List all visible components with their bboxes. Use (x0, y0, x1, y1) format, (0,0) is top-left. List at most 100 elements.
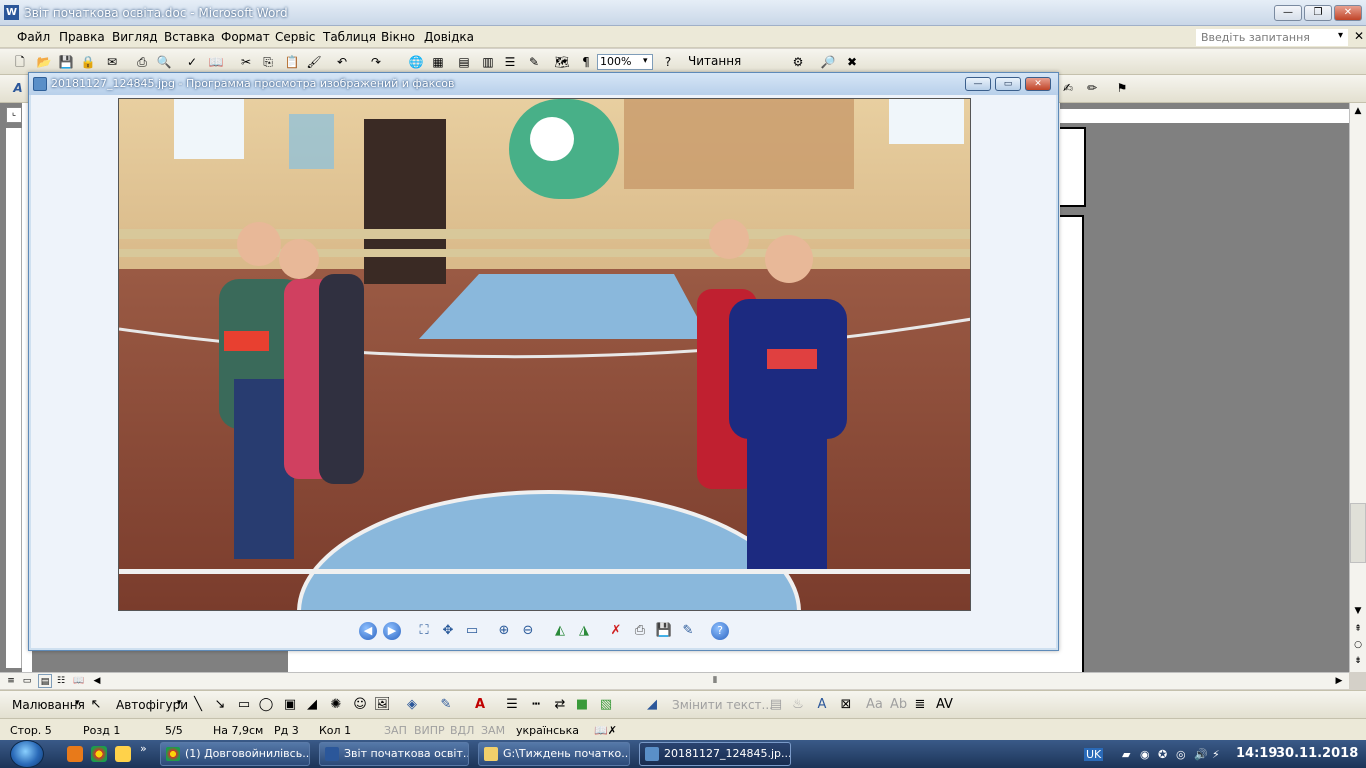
toolbar-extra-icon-2[interactable]: 🔎 (820, 54, 836, 70)
close-doc-icon[interactable]: ✕ (1354, 29, 1364, 43)
menu-window[interactable]: Вікно (381, 30, 415, 44)
status-record[interactable]: ЗАП (384, 724, 407, 737)
wordart-insert-icon[interactable]: ◢ (644, 697, 660, 713)
clipart-icon[interactable]: ☺ (352, 697, 368, 713)
start-button[interactable] (10, 740, 44, 768)
next-image-icon[interactable]: ▶ (383, 622, 401, 640)
shadow-icon[interactable]: ■ (574, 697, 590, 713)
scroll-down-icon[interactable]: ▼ (1350, 603, 1366, 619)
viewer-title-bar[interactable]: 20181127_124845.jpg - Программа просмотр… (29, 73, 1058, 95)
toolbar-options-icon[interactable]: ⚑ (1114, 80, 1130, 96)
insert-picture-icon[interactable]: 🖼 (374, 697, 391, 713)
zoom-dropdown-icon[interactable]: ▾ (643, 56, 648, 66)
help-icon[interactable]: ? (711, 622, 729, 640)
copy-icon[interactable]: ⎘ (260, 54, 276, 70)
image-viewer-window[interactable]: 20181127_124845.jpg - Программа просмотр… (28, 72, 1059, 651)
browse-object-icon[interactable]: ○ (1350, 637, 1366, 653)
help-dropdown-icon[interactable]: ▾ (1338, 30, 1343, 41)
same-letter-heights-icon[interactable]: Aa (866, 697, 883, 713)
help-icon[interactable]: ? (660, 54, 676, 70)
clock-date[interactable]: 30.11.2018 (1276, 746, 1358, 761)
clock-time[interactable]: 14:19 (1236, 746, 1277, 761)
insert-table-icon[interactable]: ▤ (456, 54, 472, 70)
vertical-scrollbar[interactable]: ▲ ▼ ⇞ ○ ⇟ (1349, 103, 1366, 672)
diagram-icon[interactable]: ✺ (328, 697, 344, 713)
print-layout-icon[interactable]: ▤ (38, 674, 52, 688)
toolbar-extra-icon[interactable]: ⚙ (790, 54, 806, 70)
redo-icon[interactable]: ↷ (368, 54, 384, 70)
menu-help[interactable]: Довідка (424, 30, 474, 44)
insert-excel-icon[interactable]: ▥ (480, 54, 496, 70)
dash-style-icon[interactable]: ┅ (528, 697, 544, 713)
select-objects-icon[interactable]: ↖ (88, 697, 104, 713)
minimize-button[interactable]: — (1274, 5, 1302, 21)
show-formatting-icon[interactable]: ¶ (578, 54, 594, 70)
3d-icon[interactable]: ▧ (598, 697, 614, 713)
horizontal-scrollbar[interactable]: ≡ ▭ ▤ ☷ 📖 ◀ ⦀ ▶ (0, 672, 1349, 689)
document-map-icon[interactable]: 🗺 (554, 54, 570, 70)
scroll-right-icon[interactable]: ▶ (1332, 674, 1346, 688)
taskbar-item-word[interactable]: Звіт початкова освіт... (319, 742, 469, 766)
quicklaunch-lightning-icon[interactable] (115, 746, 131, 762)
normal-view-icon[interactable]: ≡ (4, 674, 18, 688)
close-button[interactable]: ✕ (1334, 5, 1362, 21)
line-color-icon[interactable]: ✎ (438, 697, 454, 713)
zoom-out-icon[interactable]: ⊖ (519, 622, 537, 640)
menu-format[interactable]: Формат (221, 30, 270, 44)
delete-icon[interactable]: ✗ (607, 622, 625, 640)
styles-icon[interactable]: A (10, 80, 26, 96)
oval-icon[interactable]: ◯ (258, 697, 274, 713)
save-copy-icon[interactable]: 💾 (655, 622, 673, 640)
wordart-icon[interactable]: ◢ (304, 697, 320, 713)
read-button[interactable]: Читання (688, 54, 741, 68)
viewer-maximize-button[interactable]: ▭ (995, 77, 1021, 91)
previous-page-icon[interactable]: ⇞ (1350, 621, 1366, 637)
rectangle-icon[interactable]: ▭ (236, 697, 252, 713)
highlight-icon[interactable]: ✍ (1060, 80, 1076, 96)
save-icon[interactable]: 💾 (58, 54, 74, 70)
drawing-menu[interactable]: Малювання (12, 698, 85, 712)
format-painter-icon[interactable]: 🖌 (306, 54, 322, 70)
scroll-left-icon[interactable]: ◀ (90, 674, 104, 688)
language-indicator[interactable]: UK (1084, 748, 1104, 761)
character-spacing-icon[interactable]: AV (936, 697, 953, 713)
arrow-icon[interactable]: ↘ (212, 697, 228, 713)
slideshow-icon[interactable]: ▭ (463, 622, 481, 640)
zoom-in-icon[interactable]: ⊕ (495, 622, 513, 640)
print-icon[interactable]: ⎙ (134, 54, 150, 70)
word-title-bar[interactable]: W Звіт початкова освіта.doc - Microsoft … (0, 0, 1366, 26)
format-wordart-icon[interactable]: ⊠ (838, 697, 854, 713)
font-color-icon[interactable]: A (472, 697, 488, 713)
spelling-icon[interactable]: ✓ (184, 54, 200, 70)
tab-selector[interactable]: ⌞ (6, 107, 22, 123)
quicklaunch-more-icon[interactable]: » (140, 742, 147, 755)
help-question-input[interactable]: Введіть запитання (1196, 29, 1348, 46)
fill-color-icon[interactable]: ◈ (404, 697, 420, 713)
undo-icon[interactable]: ↶ (334, 54, 350, 70)
tray-icon-3[interactable]: ✪ (1158, 748, 1167, 761)
web-view-icon[interactable]: ▭ (20, 674, 34, 688)
cut-icon[interactable]: ✂ (238, 54, 254, 70)
email-icon[interactable]: ✉ (104, 54, 120, 70)
alignment-icon[interactable]: ≣ (912, 697, 928, 713)
taskbar-item-chrome[interactable]: (1) Довговойнилівсь... (160, 742, 310, 766)
line-style-icon[interactable]: ☰ (504, 697, 520, 713)
permission-icon[interactable]: 🔒 (80, 54, 96, 70)
spelling-status-icon[interactable]: 📖✗ (594, 724, 617, 737)
drawing-dropdown-icon[interactable]: ▾ (75, 698, 80, 708)
status-overtype[interactable]: ЗАМ (481, 724, 505, 737)
print-preview-icon[interactable]: 🔍 (156, 54, 172, 70)
taskbar-item-folder[interactable]: G:\Тиждень початко... (478, 742, 630, 766)
drawing-toggle-icon[interactable]: ✎ (526, 54, 542, 70)
menu-table[interactable]: Таблиця (323, 30, 376, 44)
status-track[interactable]: ВИПР (414, 724, 445, 737)
viewer-close-button[interactable]: ✕ (1025, 77, 1051, 91)
wordart-shape-icon[interactable]: ♨ (790, 697, 806, 713)
taskbar-item-viewer[interactable]: 20181127_124845.jp... (639, 742, 791, 766)
toolbar-extra-icon-3[interactable]: ✖ (844, 54, 860, 70)
menu-insert[interactable]: Вставка (164, 30, 215, 44)
previous-image-icon[interactable]: ◀ (359, 622, 377, 640)
quicklaunch-g-icon[interactable] (67, 746, 83, 762)
reading-view-icon[interactable]: 📖 (72, 674, 86, 688)
viewer-minimize-button[interactable]: — (965, 77, 991, 91)
